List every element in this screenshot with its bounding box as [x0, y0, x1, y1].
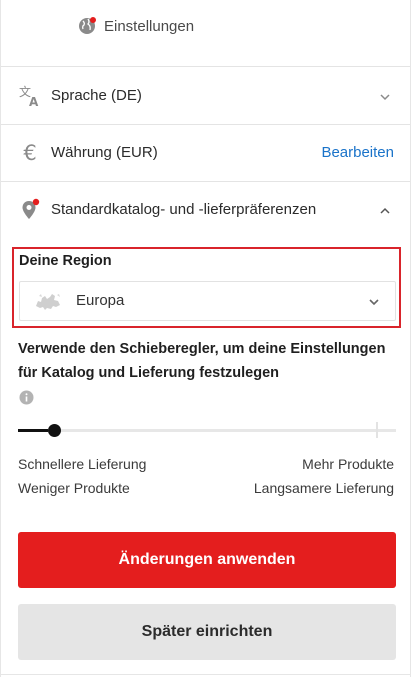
- globe-icon: [79, 17, 96, 34]
- euro-icon: €: [23, 141, 37, 165]
- catalog-delivery-label: Standardkatalog- und -lieferpräferenzen: [51, 201, 317, 218]
- translate-icon: 文 A: [18, 84, 42, 108]
- currency-label: Währung (EUR): [51, 144, 158, 161]
- region-section: Deine Region Europa: [12, 247, 401, 328]
- settings-panel: Einstellungen 文 A Sprache (DE) € Währung…: [0, 0, 411, 677]
- settings-header: Einstellungen: [1, 0, 410, 67]
- region-dropdown[interactable]: Europa: [19, 281, 396, 321]
- slider-left-label-top: Schnellere Lieferung: [18, 456, 147, 472]
- set-up-later-button[interactable]: Später einrichten: [18, 604, 396, 660]
- slider-right-label-bottom: Langsamere Lieferung: [253, 480, 394, 496]
- language-row[interactable]: 文 A Sprache (DE): [1, 68, 410, 125]
- edit-currency-link[interactable]: Bearbeiten: [321, 144, 394, 161]
- notification-dot: [90, 17, 96, 23]
- slider-thumb[interactable]: [48, 424, 61, 437]
- slider-track[interactable]: [18, 429, 396, 432]
- europe-map-icon: [36, 294, 60, 310]
- region-selected-value: Europa: [76, 292, 125, 309]
- info-icon[interactable]: [19, 390, 34, 405]
- chevron-down-icon[interactable]: [378, 90, 392, 104]
- chevron-up-icon[interactable]: [378, 204, 392, 218]
- currency-row: € Währung (EUR) Bearbeiten: [1, 125, 410, 182]
- svg-text:A: A: [29, 95, 39, 108]
- location-pin-icon: [18, 198, 42, 222]
- notification-dot: [32, 198, 40, 206]
- slider-right-label-top: Mehr Produkte: [302, 456, 394, 472]
- slider-fill: [18, 429, 48, 432]
- page-title: Einstellungen: [104, 18, 195, 35]
- language-label: Sprache (DE): [51, 87, 142, 104]
- slider-left-label-bottom: Weniger Produkte: [18, 480, 130, 496]
- region-heading: Deine Region: [19, 253, 112, 269]
- chevron-down-icon: [369, 299, 379, 306]
- catalog-delivery-row[interactable]: Standardkatalog- und -lieferpräferenzen: [1, 182, 410, 239]
- slider-end-tick: [376, 422, 378, 438]
- bottom-divider: [1, 674, 410, 675]
- slider-description: Verwende den Schieberegler, um deine Ein…: [18, 341, 386, 381]
- apply-changes-button[interactable]: Änderungen anwenden: [18, 532, 396, 588]
